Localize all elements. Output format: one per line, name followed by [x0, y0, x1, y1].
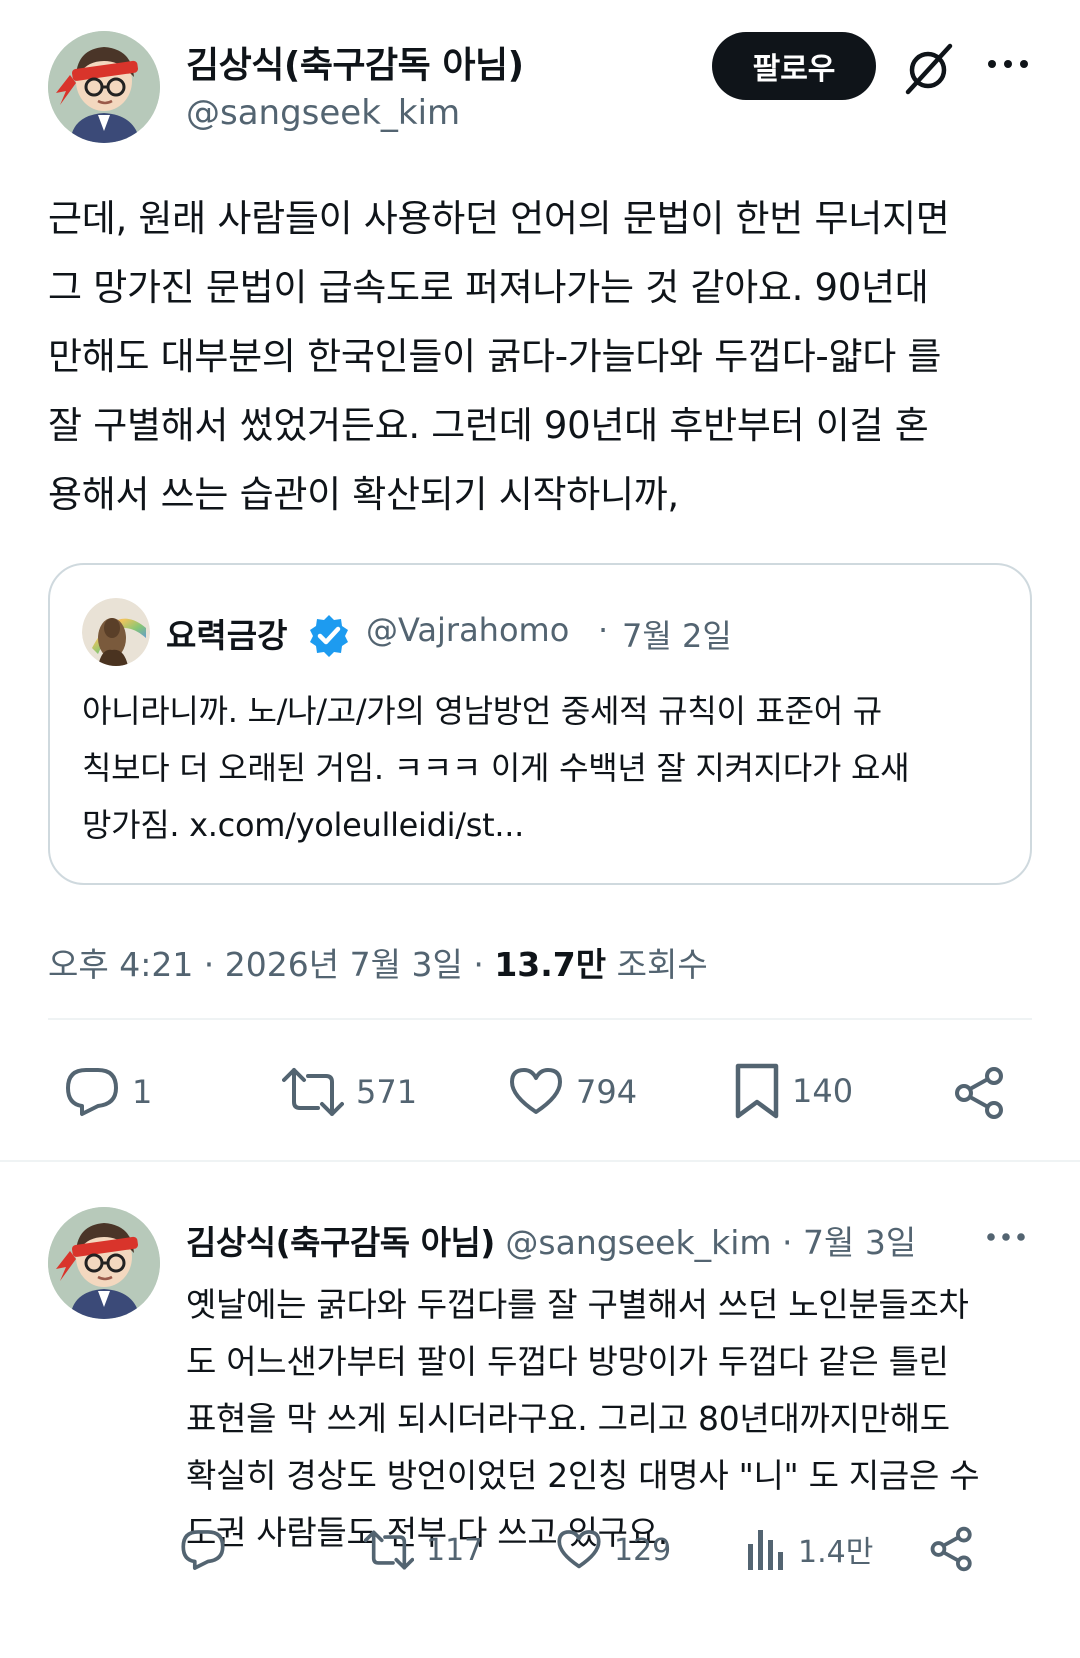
views-count: 1.4만	[798, 1535, 874, 1570]
reply-header: 김상식(축구감독 아님) @sangseek_kim · 7월 3일	[186, 1216, 916, 1264]
reply-button[interactable]: 1	[64, 1066, 152, 1118]
reply-author-avatar[interactable]	[48, 1207, 160, 1319]
views-count: 13.7만	[494, 945, 607, 984]
verified-icon	[306, 613, 352, 659]
reply-author-handle[interactable]: @sangseek_kim	[505, 1223, 771, 1262]
quote-author-handle[interactable]: @Vajrahomo	[366, 611, 569, 649]
separator-dot: ·	[782, 1223, 793, 1262]
more-icon[interactable]	[984, 1220, 1028, 1254]
reply-tweet[interactable]: 김상식(축구감독 아님) @sangseek_kim · 7월 3일 옛날에는 …	[0, 1176, 1080, 1658]
views-label: 조회수	[616, 945, 708, 984]
tweet-text: 근데, 원래 사람들이 사용하던 언어의 문법이 한번 무너지면 그 망가진 문…	[48, 197, 950, 516]
share-icon	[955, 1067, 1003, 1119]
divider	[0, 1160, 1080, 1162]
bookmark-button[interactable]: 140	[734, 1062, 853, 1120]
like-icon	[557, 1530, 601, 1569]
grok-icon[interactable]	[900, 38, 960, 98]
like-button[interactable]: 794	[508, 1066, 637, 1118]
like-count: 129	[614, 1532, 672, 1568]
reply-icon	[66, 1068, 118, 1116]
views-icon	[748, 1530, 783, 1570]
separator-dot: ·	[473, 945, 484, 984]
repost-count: 571	[356, 1073, 418, 1111]
tweet-meta: 오후 4:21 · 2026년 7월 3일 · 13.7만 조회수	[48, 938, 708, 986]
author-avatar[interactable]	[48, 31, 160, 143]
reply-date[interactable]: 7월 3일	[803, 1223, 916, 1262]
repost-icon	[364, 1530, 414, 1570]
author-name[interactable]: 김상식(축구감독 아님)	[186, 36, 524, 88]
reply-author-name[interactable]: 김상식(축구감독 아님)	[186, 1223, 495, 1262]
more-icon[interactable]	[984, 44, 1032, 84]
repost-count: 117	[426, 1532, 484, 1568]
reply-count: 1	[132, 1073, 153, 1111]
share-icon	[930, 1526, 972, 1572]
like-count: 794	[576, 1073, 638, 1111]
like-button[interactable]: 129	[556, 1528, 671, 1572]
reply-text: 옛날에는 굵다와 두껍다를 잘 구별해서 쓰던 노인분들조차 도 어느샌가부터 …	[186, 1285, 980, 1552]
quote-date[interactable]: 7월 2일	[622, 611, 732, 657]
views-button[interactable]: 1.4만	[746, 1526, 873, 1572]
quote-text: 아니라니까. 노/나/고/가의 영남방언 중세적 규칙이 표준어 규 칙보다 더…	[82, 692, 910, 844]
author-handle[interactable]: @sangseek_kim	[186, 93, 460, 133]
quote-author-name[interactable]: 요력금강	[166, 609, 287, 657]
bookmark-icon	[735, 1063, 779, 1119]
quoted-tweet[interactable]: 요력금강 @Vajrahomo · 7월 2일 아니라니까. 노/나/고/가의 …	[48, 563, 1032, 885]
bookmark-count: 140	[792, 1072, 854, 1110]
main-tweet: 김상식(축구감독 아님) @sangseek_kim 팔로우 근데, 원래 사람…	[0, 0, 1080, 1176]
share-button[interactable]	[930, 1526, 974, 1572]
follow-button[interactable]: 팔로우	[712, 32, 876, 100]
divider	[48, 1018, 1032, 1020]
reply-icon	[181, 1530, 225, 1570]
quote-avatar[interactable]	[82, 598, 150, 666]
timestamp[interactable]: 오후 4:21 · 2026년 7월 3일	[48, 945, 463, 984]
repost-button[interactable]: 117	[364, 1528, 483, 1572]
reply-button[interactable]	[180, 1528, 238, 1572]
share-button[interactable]	[954, 1066, 1006, 1120]
separator-dot: ·	[598, 611, 609, 649]
repost-button[interactable]: 571	[282, 1066, 417, 1118]
like-icon	[510, 1068, 562, 1114]
repost-icon	[282, 1068, 344, 1116]
